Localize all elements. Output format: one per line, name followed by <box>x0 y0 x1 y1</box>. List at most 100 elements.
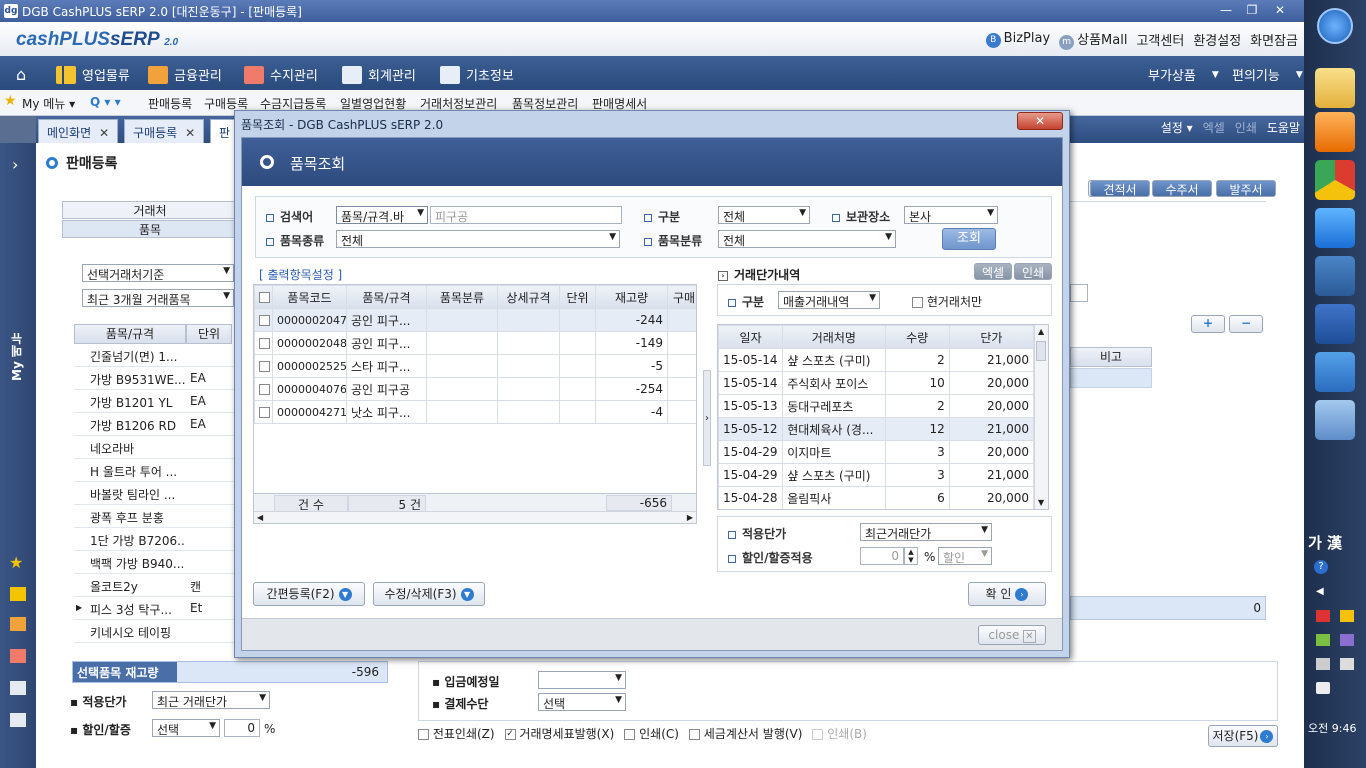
select-all-checkbox[interactable] <box>254 285 273 309</box>
volume-icon[interactable] <box>1316 682 1330 694</box>
close-icon[interactable]: ✕ <box>185 126 195 140</box>
expand-chevron-icon[interactable]: › <box>12 155 18 174</box>
menu-convenience[interactable]: 편의기능 ▼ <box>1232 65 1303 84</box>
opt-slip-print[interactable]: 전표인쇄(Z) <box>418 725 495 742</box>
ime-indicator[interactable]: 가 漢 <box>1308 532 1342 553</box>
bg-item-row[interactable]: 바볼랏 팀라인 ... <box>74 482 234 505</box>
my-menu-vertical[interactable]: My 메뉴 <box>8 333 25 381</box>
bg-po-button[interactable]: 발주서 <box>1216 180 1276 197</box>
help-icon[interactable]: ? <box>1314 560 1328 574</box>
menu-basic[interactable]: 기초정보 <box>440 65 514 84</box>
price-row[interactable]: 15-04-28 올림픽사 6 20,000 <box>718 486 1035 509</box>
ledger-icon[interactable] <box>10 681 26 695</box>
add-row-button[interactable]: + <box>1191 315 1225 333</box>
clock[interactable]: 오전 9:46 <box>1308 720 1356 736</box>
bg-discount-pct[interactable]: 0 <box>224 719 260 737</box>
bg-remark-cell[interactable] <box>1070 368 1152 388</box>
bg-item-row[interactable]: 광폭 후프 분홍 <box>74 505 234 528</box>
chat-icon[interactable] <box>1340 610 1354 622</box>
item-row[interactable]: 0000002047 공인 피구... -244 <box>254 308 696 332</box>
price-row[interactable]: 15-05-12 현대체육사 (경... 12 21,000 <box>718 417 1035 441</box>
discount-type-select[interactable]: 할인 ▼ <box>938 547 992 565</box>
menu-addons[interactable]: 부가상품 ▼ <box>1148 65 1219 84</box>
price-row[interactable]: 15-05-14 주식회사 포이스 10 20,000 <box>718 371 1035 395</box>
excel-link[interactable]: 엑셀 <box>1203 119 1225 136</box>
bg-item-row[interactable]: 키네시오 테이핑 <box>74 620 234 643</box>
row-checkbox[interactable] <box>254 400 273 424</box>
start-button[interactable] <box>1317 8 1353 44</box>
bg-item-row[interactable]: 가방 B9531WE... EA <box>74 367 234 390</box>
explorer-icon[interactable] <box>1315 68 1355 108</box>
income-icon[interactable] <box>10 649 26 663</box>
paint-icon[interactable] <box>1315 400 1355 440</box>
save-button[interactable]: 저장(F5) › <box>1208 725 1278 747</box>
support-link[interactable]: 고객센터 <box>1136 30 1184 49</box>
row-checkbox[interactable] <box>254 331 273 355</box>
row-checkbox[interactable] <box>254 377 273 401</box>
bg-estimate-button[interactable]: 견적서 <box>1090 180 1150 197</box>
bg-pay-select[interactable]: 선택 ▼ <box>538 693 626 711</box>
bg-right-input[interactable] <box>1070 284 1088 302</box>
bg-tab-item[interactable]: 품목 <box>62 220 238 238</box>
apply-price-select[interactable]: 최근거래단가 ▼ <box>860 523 992 541</box>
menu-finance[interactable]: 금융관리 <box>148 65 222 84</box>
star-icon[interactable]: ★ <box>9 553 23 572</box>
cashplus-icon[interactable] <box>1315 352 1355 392</box>
bg-item-row[interactable]: 백팩 가방 B940... <box>74 551 234 574</box>
help-link[interactable]: 도움말 <box>1267 119 1300 136</box>
bg-item-row[interactable]: ▶ 피스 3성 탁구... Et <box>74 597 234 620</box>
search-icon[interactable]: Q ▾ ▾ <box>90 95 121 109</box>
discount-stepper[interactable]: ▲ ▼ <box>904 547 918 565</box>
edit-delete-button[interactable]: 수정/삭제(F3) ▼ <box>373 582 485 606</box>
media-player-icon[interactable] <box>1315 112 1355 152</box>
bg-item-row[interactable]: 올코트2y 캔 <box>74 574 234 597</box>
tray-icon[interactable] <box>1340 634 1354 646</box>
horizontal-scrollbar[interactable]: ◀ ▶ <box>254 511 696 523</box>
bg-item-row[interactable]: 네오라바 <box>74 436 234 459</box>
tab-main[interactable]: 메인화면 ✕ <box>38 119 119 143</box>
price-row[interactable]: 15-05-13 동대구레포츠 2 20,000 <box>718 394 1035 418</box>
price-print-button[interactable]: 인쇄 <box>1014 263 1052 280</box>
network-icon[interactable] <box>1316 610 1330 622</box>
item-row[interactable]: 0000004271 낫소 피구... -4 <box>254 400 696 424</box>
menu-accounting[interactable]: 회계관리 <box>342 65 416 84</box>
price-row[interactable]: 15-05-14 샾 스포츠 (구미) 2 21,000 <box>718 348 1035 372</box>
class-select[interactable]: 전체 ▼ <box>718 230 896 248</box>
opt-statement[interactable]: ✓ 거래명세표발행(X) <box>504 725 614 742</box>
current-customer-checkbox[interactable]: 현거래처만 <box>912 293 982 310</box>
bg-discount-select[interactable]: 선택 ▼ <box>152 719 220 737</box>
shortcut-sales-reg[interactable]: 판매등록 <box>148 95 192 112</box>
bg-order-button[interactable]: 수주서 <box>1152 180 1212 197</box>
search-field-select[interactable]: 품목/규격.바 ▼ <box>336 206 428 224</box>
bg-item-row[interactable]: 가방 B1201 YL EA <box>74 390 234 413</box>
menu-income[interactable]: 수지관리 <box>244 65 318 84</box>
menu-sales[interactable]: 영업물류 <box>56 65 130 84</box>
battery-icon[interactable] <box>1340 658 1354 670</box>
bg-filter-customer[interactable]: 선택거래처기준 ▼ <box>82 264 234 282</box>
opt-print[interactable]: 인쇄(C) <box>624 725 679 742</box>
close-icon[interactable]: ✕ <box>99 126 109 140</box>
lock-screen-link[interactable]: 화면잠금 <box>1250 30 1298 49</box>
bg-due-date[interactable]: ▼ <box>538 671 626 689</box>
opt-tax-invoice[interactable]: 세금계산서 발행(V) <box>688 725 802 742</box>
splitter-handle[interactable]: › <box>703 370 711 466</box>
chart-icon[interactable] <box>10 587 26 601</box>
store-select[interactable]: 본사 ▼ <box>904 206 998 224</box>
bg-filter-period[interactable]: 최근 3개월 거래품목 ▼ <box>82 289 234 307</box>
home-icon[interactable]: ⌂ <box>16 65 26 84</box>
bank-icon[interactable] <box>10 617 26 631</box>
bg-tab-customer[interactable]: 거래처 <box>62 201 238 219</box>
bg-apply-price-select[interactable]: 최근 거래단가 ▼ <box>152 691 270 709</box>
item-row[interactable]: 0000004076 공인 피구공 -254 <box>254 377 696 401</box>
signal-icon[interactable] <box>1316 658 1330 670</box>
checklist-icon[interactable] <box>10 713 26 727</box>
bg-item-row[interactable]: H 울트라 투어 ... <box>74 459 234 482</box>
close-button[interactable]: close ✕ <box>978 625 1046 645</box>
chrome-icon[interactable] <box>1315 160 1355 200</box>
item-row[interactable]: 0000002525 스타 피구... -5 <box>254 354 696 378</box>
minimize-button[interactable]: — <box>1214 1 1238 19</box>
vertical-scrollbar[interactable]: ▲ ▼ <box>1034 325 1048 509</box>
confirm-button[interactable]: 확 인 › <box>968 582 1046 606</box>
bizplay-link[interactable]: B BizPlay <box>985 31 1050 48</box>
ie-icon[interactable] <box>1315 208 1355 248</box>
